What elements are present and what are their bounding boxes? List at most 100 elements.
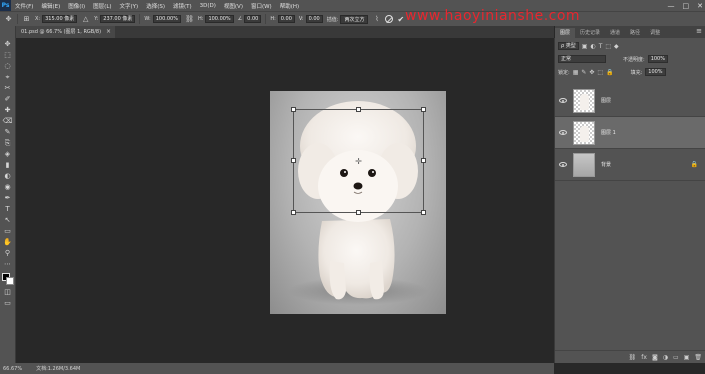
filter-smart-object-icon[interactable]: ◆	[614, 43, 619, 50]
transform-handle-right[interactable]	[421, 158, 426, 163]
gradient-tool-icon[interactable]: ▮	[2, 161, 13, 169]
transform-handle-top-right[interactable]	[421, 107, 426, 112]
close-icon[interactable]: ✕	[697, 2, 703, 10]
y-input[interactable]: 237.00 像素	[100, 15, 136, 23]
new-group-icon[interactable]: ▭	[673, 354, 679, 361]
transform-handle-bottom-right[interactable]	[421, 210, 426, 215]
link-icon[interactable]: ⛓	[185, 15, 194, 24]
new-layer-icon[interactable]: ▣	[684, 354, 690, 361]
interpolation-select[interactable]: 两次立方	[340, 14, 369, 24]
eraser-tool-icon[interactable]: ⌫	[2, 117, 13, 125]
transform-handle-top-left[interactable]	[291, 107, 296, 112]
tab-channels[interactable]: 通道	[605, 28, 625, 38]
menu-layer[interactable]: 图层(L)	[89, 2, 115, 10]
lock-position-icon[interactable]: ✥	[589, 69, 594, 76]
marquee-tool-icon[interactable]: ⬚	[2, 51, 13, 59]
free-transform-box[interactable]: ✛	[291, 107, 426, 215]
tab-paths[interactable]: 路径	[625, 28, 645, 38]
cancel-transform-icon[interactable]	[385, 15, 394, 23]
panel-menu-icon[interactable]: ≡	[696, 27, 702, 35]
menu-file[interactable]: 文件(F)	[11, 2, 37, 10]
path-select-tool-icon[interactable]: ↖	[2, 216, 13, 224]
w-input[interactable]: 100.00%	[152, 15, 181, 23]
background-color-swatch[interactable]	[5, 277, 14, 285]
layer-row-background[interactable]: 背景 🔒	[555, 149, 705, 181]
menu-type[interactable]: 文字(Y)	[116, 2, 143, 10]
visibility-eye-icon[interactable]	[559, 98, 567, 103]
document-tab[interactable]: 01.psd @ 66.7% (图层 1, RGB/8) ×	[16, 26, 116, 38]
shape-tool-icon[interactable]: ▭	[2, 227, 13, 235]
pen-tool-icon[interactable]: ✒	[2, 194, 13, 202]
transform-handle-top[interactable]	[356, 107, 361, 112]
menu-select[interactable]: 选择(S)	[142, 2, 169, 10]
menu-window[interactable]: 窗口(W)	[247, 2, 276, 10]
hand-tool-icon[interactable]: ✋	[2, 238, 13, 246]
filter-shape-icon[interactable]: ⬚	[605, 43, 611, 50]
history-brush-tool-icon[interactable]: ◈	[2, 150, 13, 158]
filter-pixel-icon[interactable]: ▣	[582, 43, 588, 50]
layer-row[interactable]: 图层	[555, 85, 705, 117]
type-tool-icon[interactable]: T	[2, 205, 13, 213]
tab-adjustments[interactable]: 调整	[645, 28, 665, 38]
filter-adjustment-icon[interactable]: ◐	[590, 43, 595, 50]
move-tool-icon[interactable]: ✥	[2, 40, 13, 48]
tab-layers[interactable]: 图层	[555, 28, 576, 38]
transform-handle-bottom[interactable]	[356, 210, 361, 215]
reference-point-icon[interactable]: ⊞	[22, 15, 31, 24]
screen-mode-icon[interactable]: ▭	[2, 299, 13, 307]
warp-icon[interactable]: ⌇	[372, 15, 381, 24]
opacity-input[interactable]: 100%	[647, 55, 668, 63]
menu-filter[interactable]: 滤镜(T)	[169, 2, 196, 10]
menu-edit[interactable]: 编辑(E)	[37, 2, 64, 10]
transform-center-icon[interactable]: ✛	[355, 158, 362, 166]
delta-icon[interactable]: △	[81, 15, 90, 24]
lock-transparent-icon[interactable]: ▦	[573, 69, 579, 76]
transform-handle-bottom-left[interactable]	[291, 210, 296, 215]
layer-filter-select[interactable]: ρ 类型	[558, 42, 579, 50]
x-input[interactable]: 315.00 像素	[42, 15, 78, 23]
maximize-icon[interactable]: □	[683, 2, 690, 10]
visibility-eye-icon[interactable]	[559, 162, 567, 167]
blur-tool-icon[interactable]: ◐	[2, 172, 13, 180]
angle-input[interactable]: 0.00	[244, 15, 262, 23]
h-input[interactable]: 100.00%	[205, 15, 234, 23]
menu-image[interactable]: 图像(I)	[64, 2, 89, 10]
hskew-input[interactable]: 0.00	[277, 15, 295, 23]
clone-stamp-tool-icon[interactable]: ⎘	[2, 139, 13, 147]
canvas-workspace[interactable]: ✛	[17, 38, 554, 363]
adjustment-layer-icon[interactable]: ◑	[663, 354, 668, 361]
lock-all-icon[interactable]: 🔒	[606, 69, 613, 76]
minimize-icon[interactable]: —	[668, 2, 675, 10]
lasso-tool-icon[interactable]: ◌	[2, 62, 13, 70]
eyedropper-tool-icon[interactable]: ✐	[2, 95, 13, 103]
quick-mask-icon[interactable]: ◫	[2, 288, 13, 296]
trash-icon[interactable]: 🗑	[694, 354, 702, 361]
healing-tool-icon[interactable]: ✚	[2, 106, 13, 114]
menu-3d[interactable]: 3D(D)	[196, 3, 220, 9]
layer-row-selected[interactable]: 图层 1	[555, 117, 705, 149]
crop-tool-icon[interactable]: ✂	[2, 84, 13, 92]
fill-input[interactable]: 100%	[645, 68, 666, 76]
quick-select-tool-icon[interactable]: ⌖	[2, 73, 13, 81]
blend-mode-select[interactable]: 正常	[558, 55, 606, 63]
menu-view[interactable]: 视图(V)	[220, 2, 247, 10]
zoom-tool-icon[interactable]: ⚲	[2, 249, 13, 257]
dodge-tool-icon[interactable]: ◉	[2, 183, 13, 191]
link-layers-icon[interactable]: ⛓	[629, 354, 637, 361]
vskew-input[interactable]: 0.00	[305, 15, 323, 23]
add-mask-icon[interactable]: ◙	[652, 354, 658, 361]
transform-tool-icon[interactable]: ✥	[4, 15, 13, 24]
zoom-level[interactable]: 66.67%	[3, 366, 22, 372]
tab-history[interactable]: 历史记录	[575, 28, 605, 38]
menu-help[interactable]: 帮助(H)	[276, 2, 303, 10]
lock-artboard-icon[interactable]: ⬚	[597, 69, 603, 76]
commit-transform-icon[interactable]: ✔	[397, 15, 404, 24]
more-tools-icon[interactable]: ⋯	[2, 260, 13, 268]
layer-style-icon[interactable]: fx	[641, 354, 647, 361]
filter-type-icon[interactable]: T	[599, 43, 603, 50]
lock-image-icon[interactable]: ✎	[581, 69, 586, 76]
transform-handle-left[interactable]	[291, 158, 296, 163]
visibility-eye-icon[interactable]	[559, 130, 567, 135]
brush-tool-icon[interactable]: ✎	[2, 128, 13, 136]
tab-close-icon[interactable]: ×	[106, 26, 111, 38]
